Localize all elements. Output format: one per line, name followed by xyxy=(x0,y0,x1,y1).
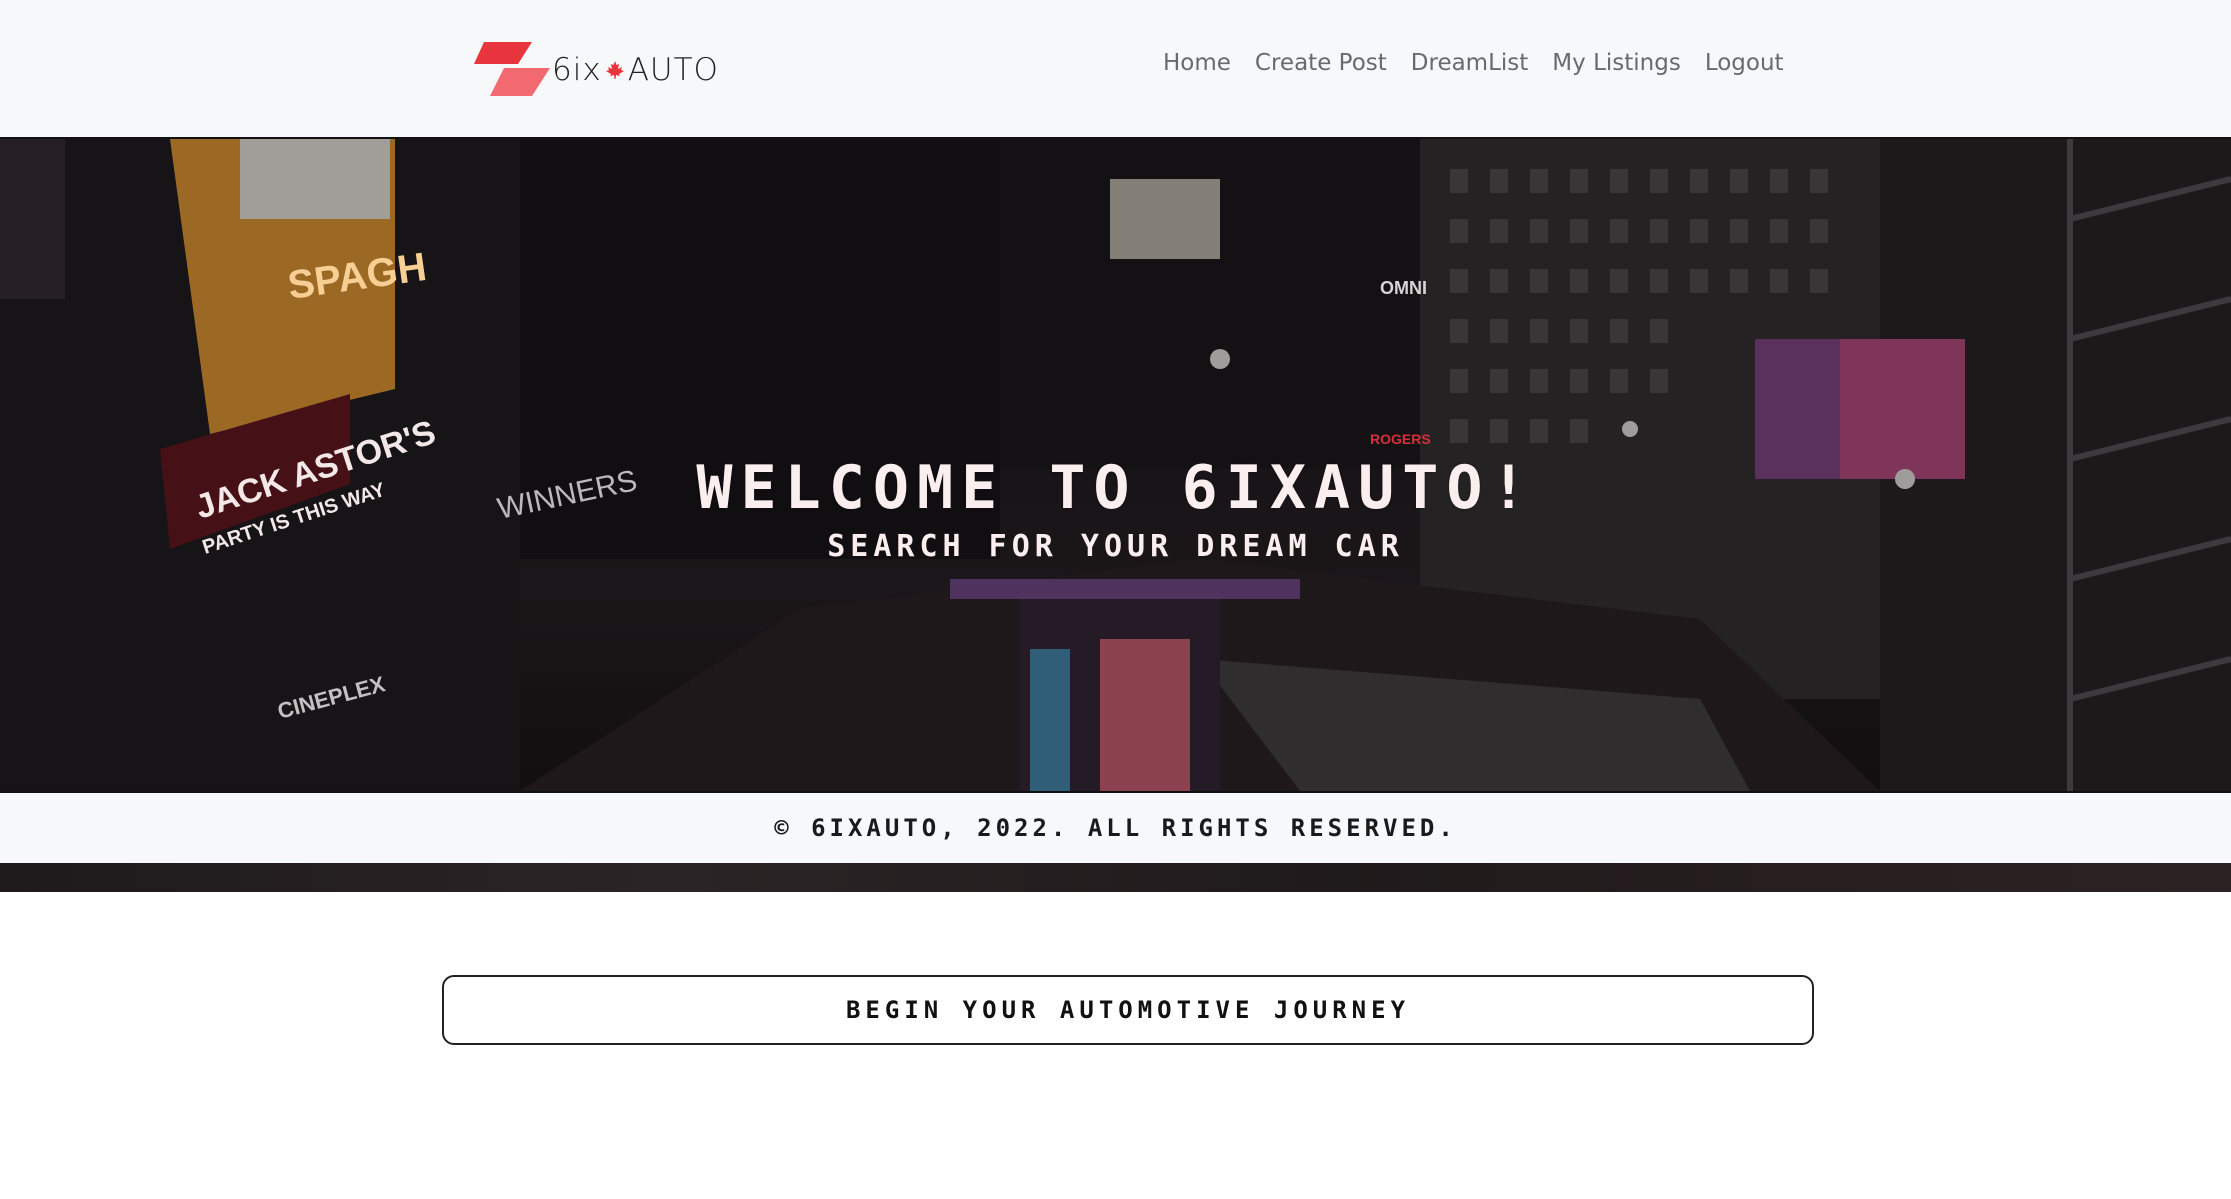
hero-subtitle: SEARCH FOR YOUR DREAM CAR xyxy=(827,529,1404,564)
brand-name-right: AUTO xyxy=(627,52,719,88)
navbar: 6ix AUTO Home Create Post DreamList My L… xyxy=(0,0,2231,139)
hero-title: WELCOME TO 6IXAUTO! xyxy=(696,453,1535,523)
nav-link-dreamlist[interactable]: DreamList xyxy=(1411,50,1529,76)
nav-link-my-listings[interactable]: My Listings xyxy=(1552,50,1681,76)
hero-bottom-strip xyxy=(0,863,2231,892)
logo-mark-icon xyxy=(474,42,550,96)
nav-link-logout[interactable]: Logout xyxy=(1705,50,1784,76)
copyright-bar: © 6IXAUTO, 2022. ALL RIGHTS RESERVED. xyxy=(0,791,2231,863)
nav-menu: Home Create Post DreamList My Listings L… xyxy=(1163,50,1808,76)
maple-leaf-icon xyxy=(605,61,624,79)
sign-rogers: ROGERS xyxy=(1370,431,1431,447)
brand-logo[interactable]: 6ix AUTO xyxy=(474,42,719,98)
begin-journey-label: BEGIN YOUR AUTOMOTIVE JOURNEY xyxy=(845,996,1411,1024)
brand-name-left: 6ix xyxy=(552,52,602,88)
nav-link-home[interactable]: Home xyxy=(1163,50,1231,76)
brand-wordmark: 6ix AUTO xyxy=(552,52,719,88)
hero-banner: JACK ASTOR'S PARTY IS THIS WAY WINNERS C… xyxy=(0,139,2231,791)
begin-journey-button[interactable]: BEGIN YOUR AUTOMOTIVE JOURNEY xyxy=(442,975,1814,1045)
nav-link-create-post[interactable]: Create Post xyxy=(1255,50,1387,76)
sign-omni: OMNI xyxy=(1380,278,1427,298)
copyright-text: © 6IXAUTO, 2022. ALL RIGHTS RESERVED. xyxy=(774,814,1457,842)
